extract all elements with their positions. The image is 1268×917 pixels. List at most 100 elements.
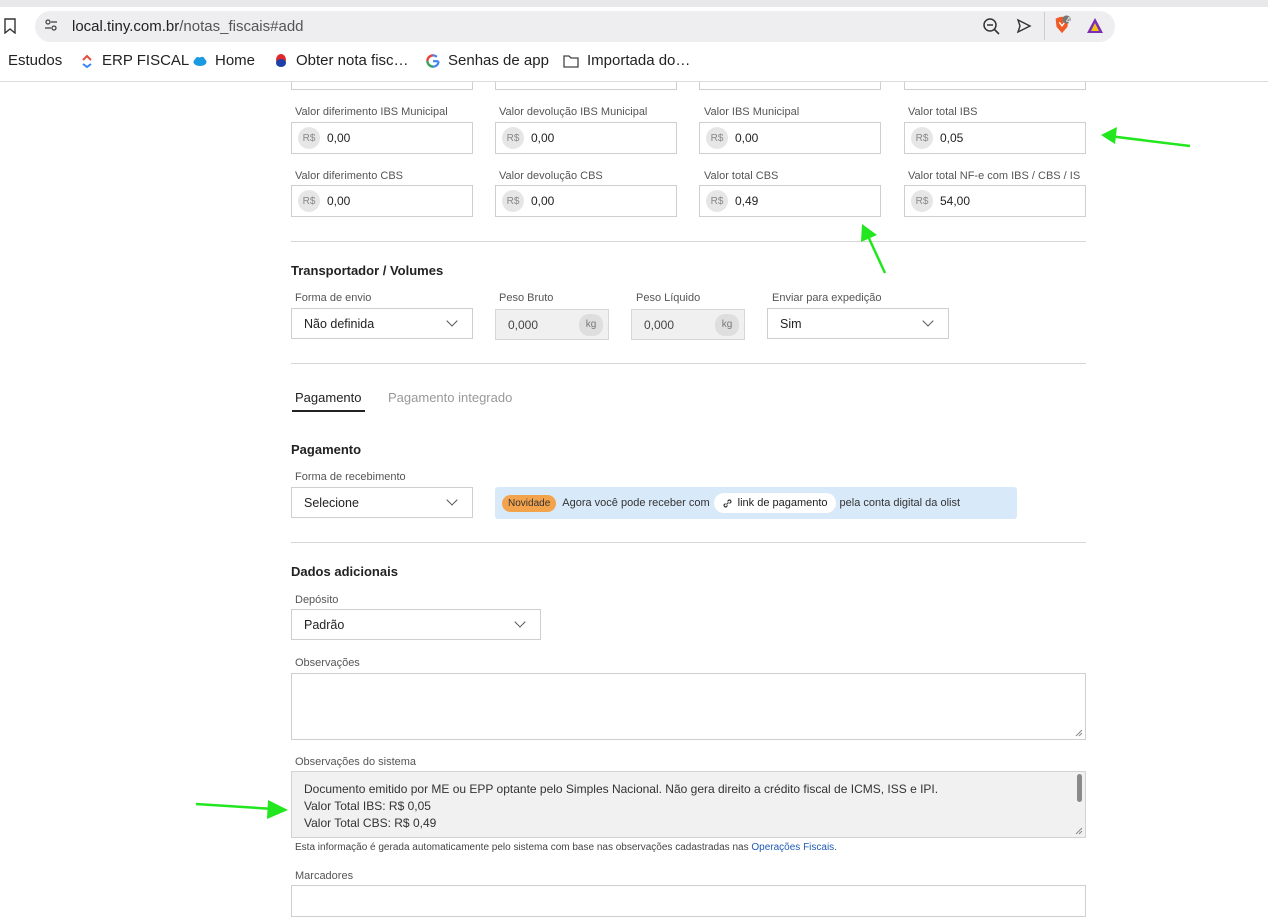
url-host: local.tiny.com.br xyxy=(72,18,180,35)
folder-icon xyxy=(563,54,579,68)
banner-text: Agora você pode receber com xyxy=(562,497,710,509)
bookmark-home[interactable]: Home xyxy=(193,52,255,69)
currency-prefix: R$ xyxy=(911,190,933,212)
fiscal-operations-link[interactable]: Operações Fiscais xyxy=(751,842,834,853)
payment-method-select[interactable]: Selecione xyxy=(291,487,473,518)
cbs-deferral-input[interactable]: R$ 0,00 xyxy=(291,185,473,217)
cbs-return-input[interactable]: R$ 0,00 xyxy=(495,185,677,217)
partial-input[interactable] xyxy=(699,82,881,90)
currency-prefix: R$ xyxy=(706,190,728,212)
ibs-municipal-return-input[interactable]: R$ 0,00 xyxy=(495,122,677,154)
currency-prefix: R$ xyxy=(298,127,320,149)
system-observations-textarea[interactable]: Documento emitido por ME ou EPP optante … xyxy=(291,771,1086,838)
input-value: 0,00 xyxy=(531,131,555,145)
bookmark-importada[interactable]: Importada do… xyxy=(563,52,690,69)
google-icon xyxy=(426,53,440,68)
bookmark-label: ERP FISCAL xyxy=(102,52,190,69)
chevron-down-icon xyxy=(922,315,934,327)
field-label: Valor diferimento CBS xyxy=(295,170,404,182)
field-label: Valor IBS Municipal xyxy=(704,106,800,118)
field-label: Peso Bruto xyxy=(499,292,554,304)
unit-suffix: kg xyxy=(715,313,739,336)
tags-input[interactable] xyxy=(291,885,1086,917)
system-observation-line: Valor Total IBS: R$ 0,05 xyxy=(304,799,431,813)
section-divider xyxy=(291,363,1086,364)
field-label: Marcadores xyxy=(295,870,354,882)
nfe-total-input[interactable]: R$ 54,00 xyxy=(904,185,1086,217)
chevron-down-icon xyxy=(446,315,458,327)
currency-prefix: R$ xyxy=(502,190,524,212)
input-value: 0,00 xyxy=(327,194,351,208)
send-icon[interactable] xyxy=(1016,16,1032,36)
net-weight-input[interactable]: 0,000 kg xyxy=(631,309,745,340)
annotation-arrow xyxy=(861,224,887,274)
payment-link-banner: Novidade Agora você pode receber com lin… xyxy=(495,487,1017,519)
browser-tabstrip xyxy=(0,0,1268,7)
info-text: Esta informação é gerada automaticamente… xyxy=(295,842,749,853)
select-value: Selecione xyxy=(304,495,359,510)
chevron-down-icon xyxy=(446,494,458,506)
section-divider xyxy=(291,241,1086,242)
field-label: Depósito xyxy=(295,594,339,606)
payment-section-title: Pagamento xyxy=(291,442,362,457)
field-label: Valor diferimento IBS Municipal xyxy=(295,106,448,118)
bookmark-obter-nota[interactable]: Obter nota fisc… xyxy=(274,52,409,69)
scrollbar-thumb[interactable] xyxy=(1077,774,1082,802)
unit-suffix: kg xyxy=(579,313,603,336)
chevron-down-icon xyxy=(514,616,526,628)
system-observation-line: Documento emitido por ME ou EPP optante … xyxy=(304,782,939,796)
bookmark-label: Home xyxy=(215,52,256,69)
resize-handle-icon[interactable] xyxy=(1075,827,1083,835)
input-value: 54,00 xyxy=(940,194,971,208)
field-label: Observações do sistema xyxy=(295,756,417,768)
field-label: Forma de envio xyxy=(295,292,372,304)
input-value: 0,000 xyxy=(508,317,539,332)
partial-input[interactable] xyxy=(904,82,1086,90)
gross-weight-input[interactable]: 0,000 kg xyxy=(495,309,609,340)
field-label: Forma de recebimento xyxy=(295,471,406,483)
field-label: Peso Líquido xyxy=(636,292,701,304)
resize-handle-icon[interactable] xyxy=(1075,729,1083,737)
bookmark-label: Importada do… xyxy=(587,52,691,69)
drop-icon xyxy=(276,53,286,67)
shipping-method-select[interactable]: Não definida xyxy=(291,308,473,339)
currency-prefix: R$ xyxy=(911,127,933,149)
input-value: 0,00 xyxy=(531,194,555,208)
brave-rewards-icon[interactable] xyxy=(1086,16,1104,36)
tab-payment[interactable]: Pagamento xyxy=(292,390,365,412)
tab-integrated-payment[interactable]: Pagamento integrado xyxy=(388,390,512,405)
currency-prefix: R$ xyxy=(502,127,524,149)
annotation-arrow xyxy=(1101,127,1191,148)
deposit-select[interactable]: Padrão xyxy=(291,609,541,640)
partial-input[interactable] xyxy=(495,82,677,90)
dispatch-select[interactable]: Sim xyxy=(767,308,949,339)
site-settings-icon[interactable] xyxy=(44,18,58,32)
input-value: 0,000 xyxy=(644,317,675,332)
zoom-out-icon[interactable] xyxy=(982,16,1000,36)
bookmark-senhas-de-app[interactable]: Senhas de app xyxy=(426,52,549,69)
url-text[interactable]: local.tiny.com.br/notas_fiscais#add xyxy=(72,18,304,35)
ibs-municipal-deferral-input[interactable]: R$ 0,00 xyxy=(291,122,473,154)
select-value: Padrão xyxy=(304,617,345,632)
payment-link-button[interactable]: link de pagamento xyxy=(713,493,836,513)
bookmark-erp-fiscal[interactable]: ERP FISCAL xyxy=(80,52,189,69)
annotation-arrow xyxy=(195,800,288,819)
transport-section-title: Transportador / Volumes xyxy=(291,263,444,278)
currency-prefix: R$ xyxy=(298,190,320,212)
input-value: 0,00 xyxy=(327,131,351,145)
ibs-total-input[interactable]: R$ 0,05 xyxy=(904,122,1086,154)
extension-badge: 4 xyxy=(1066,16,1071,25)
partial-input[interactable] xyxy=(291,82,473,90)
bookmark-estudos[interactable]: Estudos xyxy=(8,52,62,69)
cloud-icon xyxy=(193,56,207,66)
field-label: Valor total NF-e com IBS / CBS / IS xyxy=(908,170,1081,182)
ibs-municipal-input[interactable]: R$ 0,00 xyxy=(699,122,881,154)
new-badge: Novidade xyxy=(502,494,557,512)
field-label: Valor total CBS xyxy=(704,170,779,182)
bookmark-icon[interactable] xyxy=(4,18,16,34)
erp-icon xyxy=(82,54,92,68)
observations-textarea[interactable] xyxy=(291,673,1086,740)
cbs-total-input[interactable]: R$ 0,49 xyxy=(699,185,881,217)
system-observations-info: Esta informação é gerada automaticamente… xyxy=(295,842,837,853)
section-divider xyxy=(291,542,1086,543)
